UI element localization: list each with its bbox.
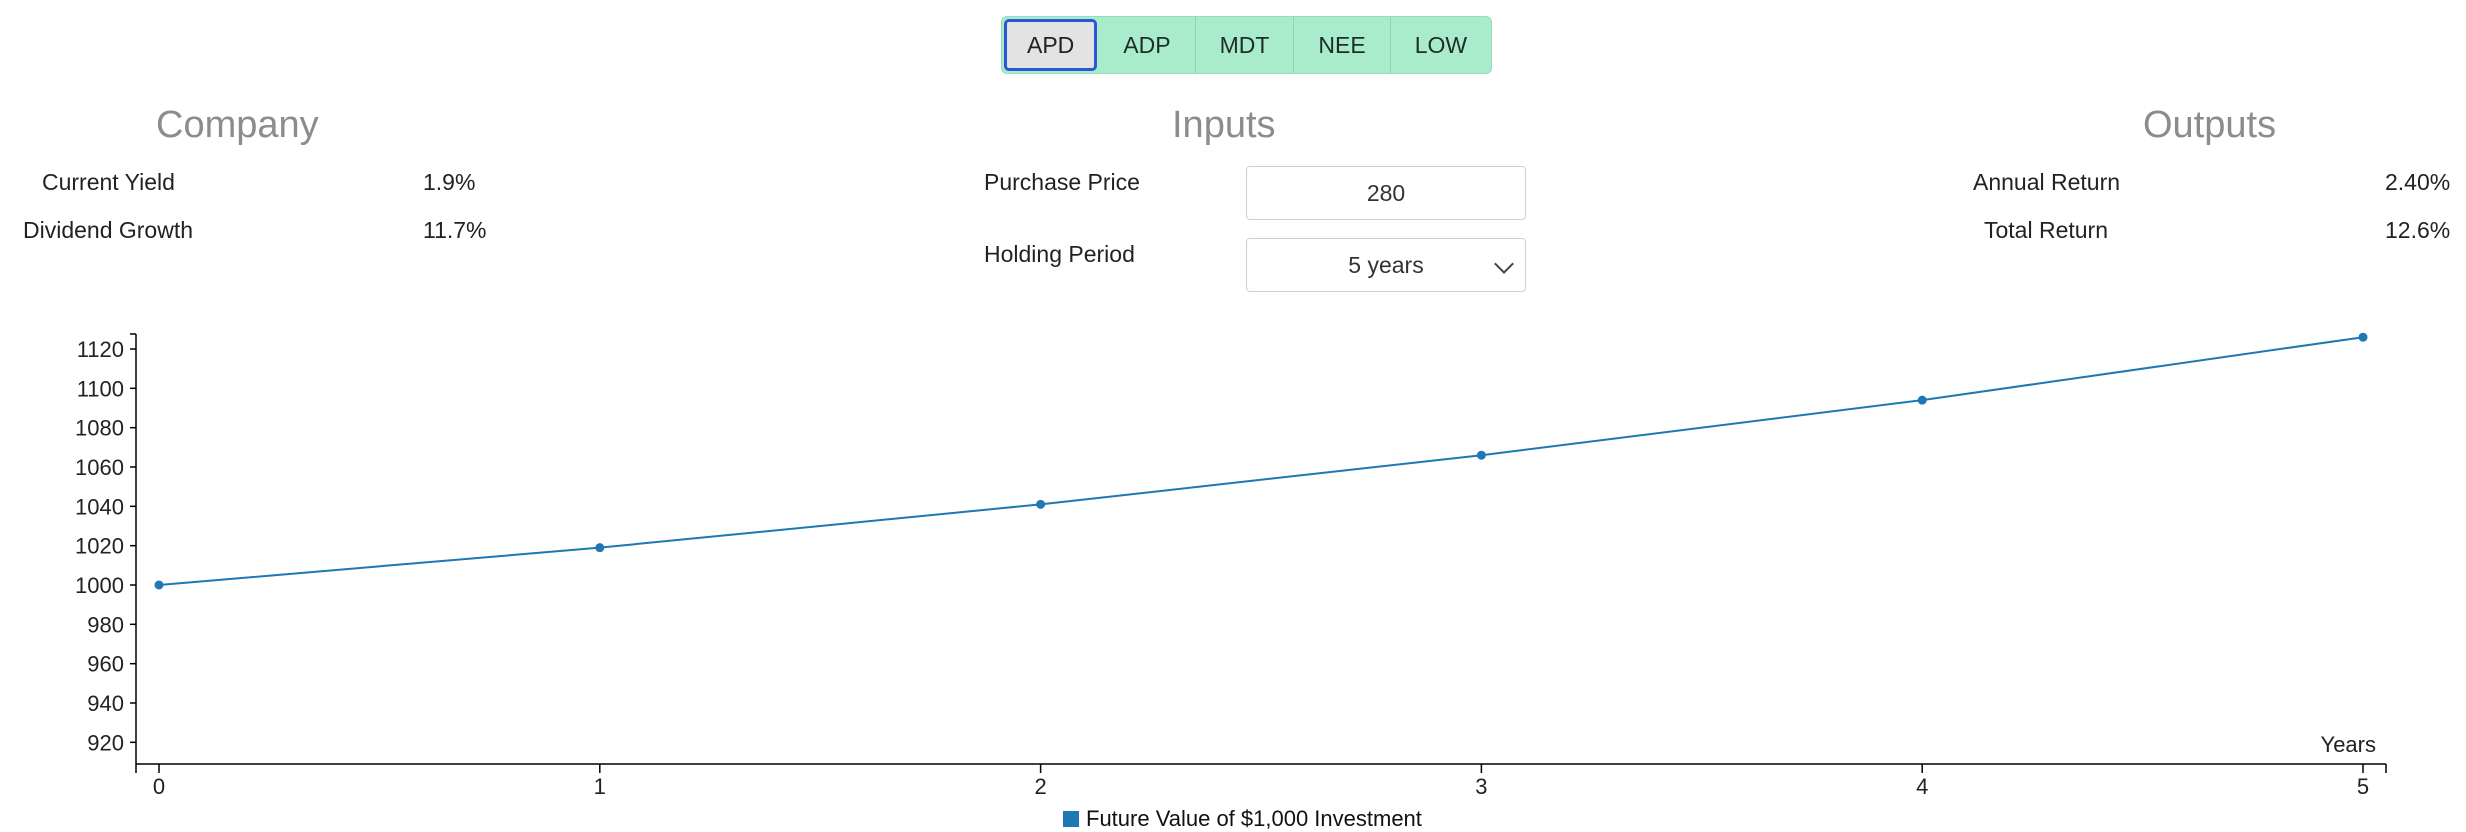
y-tick-label: 1120 — [77, 337, 124, 362]
y-tick-label: 940 — [87, 691, 124, 716]
series-line — [158, 336, 2364, 586]
data-point — [1476, 450, 1486, 460]
legend-swatch — [1063, 811, 1079, 827]
inputs-title: Inputs — [1172, 104, 1276, 146]
legend-label: Future Value of $1,000 Investment — [1086, 806, 1422, 831]
annual-return-label: Annual Return — [1973, 169, 2121, 195]
y-tick-label: 1000 — [75, 573, 124, 598]
current-yield-label: Current Yield — [42, 169, 175, 195]
dividend-growth-value: 11.7% — [423, 217, 487, 243]
x-tick-label: 1 — [594, 774, 606, 799]
annual-return-value: 2.40% — [2385, 169, 2451, 195]
y-tick-label: 1060 — [75, 455, 124, 480]
ticker-button-mdt[interactable]: MDT — [1196, 17, 1295, 73]
y-tick-label: 980 — [87, 612, 124, 637]
ticker-button-adp[interactable]: ADP — [1099, 17, 1196, 73]
purchase-price-label: Purchase Price — [984, 169, 1140, 195]
x-tick-label: 2 — [1034, 774, 1046, 799]
y-tick-label: 1040 — [75, 494, 124, 519]
y-tick-label: 1020 — [75, 534, 124, 559]
data-point — [2358, 332, 2368, 342]
company-title: Company — [156, 104, 319, 146]
y-tick-label: 920 — [87, 730, 124, 755]
y-tick-label: 960 — [87, 652, 124, 677]
y-tick-label: 1080 — [75, 416, 124, 441]
x-tick-label: 4 — [1916, 774, 1928, 799]
ticker-button-apd[interactable]: APD — [1004, 19, 1098, 71]
future-value-chart: 920 940 960 980 1000 1020 1040 1060 1080 1100 1120… — [75, 332, 2387, 831]
data-point — [1917, 395, 1927, 405]
x-tick-label: 3 — [1475, 774, 1487, 799]
legend: Future Value of $1,000 Investment — [1063, 806, 1422, 831]
holding-period-label: Holding Period — [984, 241, 1135, 267]
ticker-button-low[interactable]: LOW — [1391, 17, 1491, 73]
purchase-price-field — [1246, 166, 1526, 220]
holding-period-select[interactable]: 5 years — [1246, 238, 1526, 292]
data-point — [595, 543, 605, 553]
outputs-title: Outputs — [2143, 104, 2277, 146]
x-tick-label: 5 — [2357, 774, 2369, 799]
data-point — [154, 580, 164, 590]
y-tick-label: 1100 — [77, 376, 124, 401]
ticker-button-nee[interactable]: NEE — [1294, 17, 1391, 73]
chevron-down-icon — [1494, 254, 1514, 274]
holding-period-value: 5 years — [1348, 251, 1424, 278]
data-point — [1036, 499, 1046, 509]
total-return-value: 12.6% — [2385, 217, 2451, 243]
current-yield-value: 1.9% — [423, 169, 476, 195]
dividend-growth-label: Dividend Growth — [23, 217, 194, 243]
purchase-price-input[interactable] — [1247, 178, 1525, 208]
x-tick-label: 0 — [153, 774, 165, 799]
ticker-selector: APD ADP MDT NEE LOW — [1001, 16, 1493, 74]
x-axis-label: Years — [2321, 732, 2376, 757]
total-return-label: Total Return — [1984, 217, 2109, 243]
